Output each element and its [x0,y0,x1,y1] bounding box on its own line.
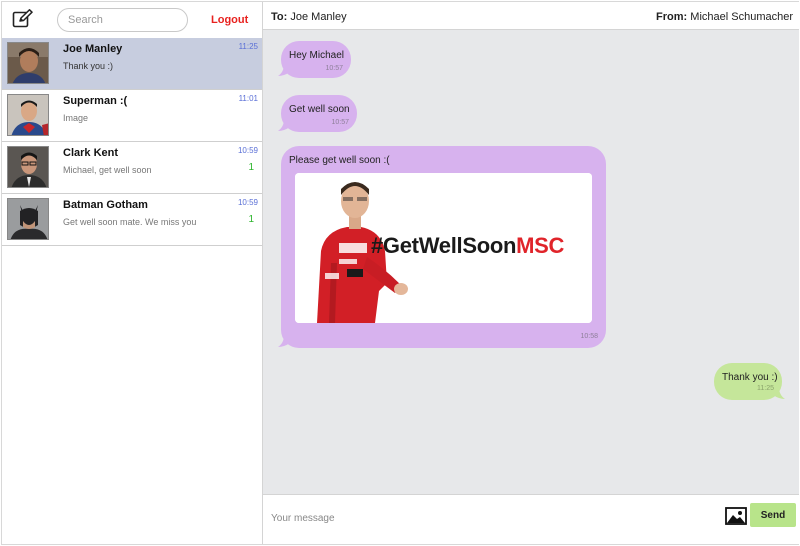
image-attach-icon[interactable] [725,507,747,525]
message-time: 10:58 [580,333,598,340]
conversation-time: 11:01 [238,94,258,103]
conversation-item-batman-gotham[interactable]: Batman Gotham Get well soon mate. We mis… [2,194,262,246]
message-bubble-incoming: Get well soon 10:57 [281,95,357,132]
conversation-preview: Get well soon mate. We miss you [63,217,197,227]
message-bubble-outgoing: Thank you :) 11:25 [714,363,782,400]
message-text: Hey Michael [289,50,345,61]
sidebar-toolbar: Logout [2,2,262,38]
unread-count: 1 [248,214,254,225]
message-time: 10:57 [325,65,343,72]
message-bubble-incoming: Please get well soon :(#GetWellSoonMSC … [281,146,606,348]
from-label: From: [656,11,688,23]
message-image[interactable]: #GetWellSoonMSC [295,173,592,323]
sender: From: Michael Schumacher [656,11,793,23]
conversation-list: Joe Manley Thank you :) 11:25 Superman:… [2,38,262,246]
sender-name: Michael Schumacher [690,11,793,23]
conversation-time: 11:25 [238,42,258,51]
conversation-sidebar: Logout Joe Manley Thank you :) 11:25 [2,2,263,544]
conversation-time: 10:59 [237,198,258,207]
conversation-preview: Thank you :) [63,61,114,71]
chat-header: To: Joe Manley From: Michael Schumacher [263,2,799,30]
conversation-name: Batman Gotham [63,199,148,211]
conversation-name: Superman :( [63,95,128,107]
message-bubble-incoming: Hey Michael 10:57 [281,41,351,78]
avatar [7,42,49,84]
conversation-item-superman[interactable]: Superman :( Image 11:01 [2,90,262,142]
conversation-name: Joe Manley [63,43,123,55]
message-input[interactable] [271,507,711,529]
search-input[interactable] [57,8,188,32]
compose-icon[interactable] [12,9,34,29]
caption-initials: MSC [516,233,565,258]
avatar [7,146,49,188]
message-text: Get well soon [289,104,350,115]
send-button[interactable]: Send [750,503,796,527]
image-caption: #GetWellSoonMSC [371,233,564,259]
logout-button[interactable]: Logout [211,14,248,26]
messaging-app: Logout Joe Manley Thank you :) 11:25 [1,1,799,545]
message-text: Please get well soon :( [289,155,390,166]
recipient-name: Joe Manley [290,11,347,23]
unread-count: 1 [248,162,254,173]
caption-hashtag: #GetWellSoon [371,233,517,258]
message-time: 11:25 [757,385,774,392]
avatar [7,198,49,240]
message-composer: Send [263,494,799,544]
conversation-name: Clark Kent [63,147,119,159]
conversation-item-clark-kent[interactable]: Clark Kent Michael, get well soon 10:59 … [2,142,262,194]
message-text: Thank you :) [722,372,778,383]
conversation-time: 10:59 [237,146,258,155]
conversation-item-joe-manley[interactable]: Joe Manley Thank you :) 11:25 [2,38,262,90]
message-time: 10:57 [331,119,349,126]
avatar [7,94,49,136]
conversation-preview: Michael, get well soon [63,165,152,175]
chat-panel: To: Joe Manley From: Michael Schumacher … [263,2,799,544]
recipient: To: Joe Manley [271,11,347,23]
conversation-preview: Image [63,113,89,123]
to-label: To: [271,11,288,23]
